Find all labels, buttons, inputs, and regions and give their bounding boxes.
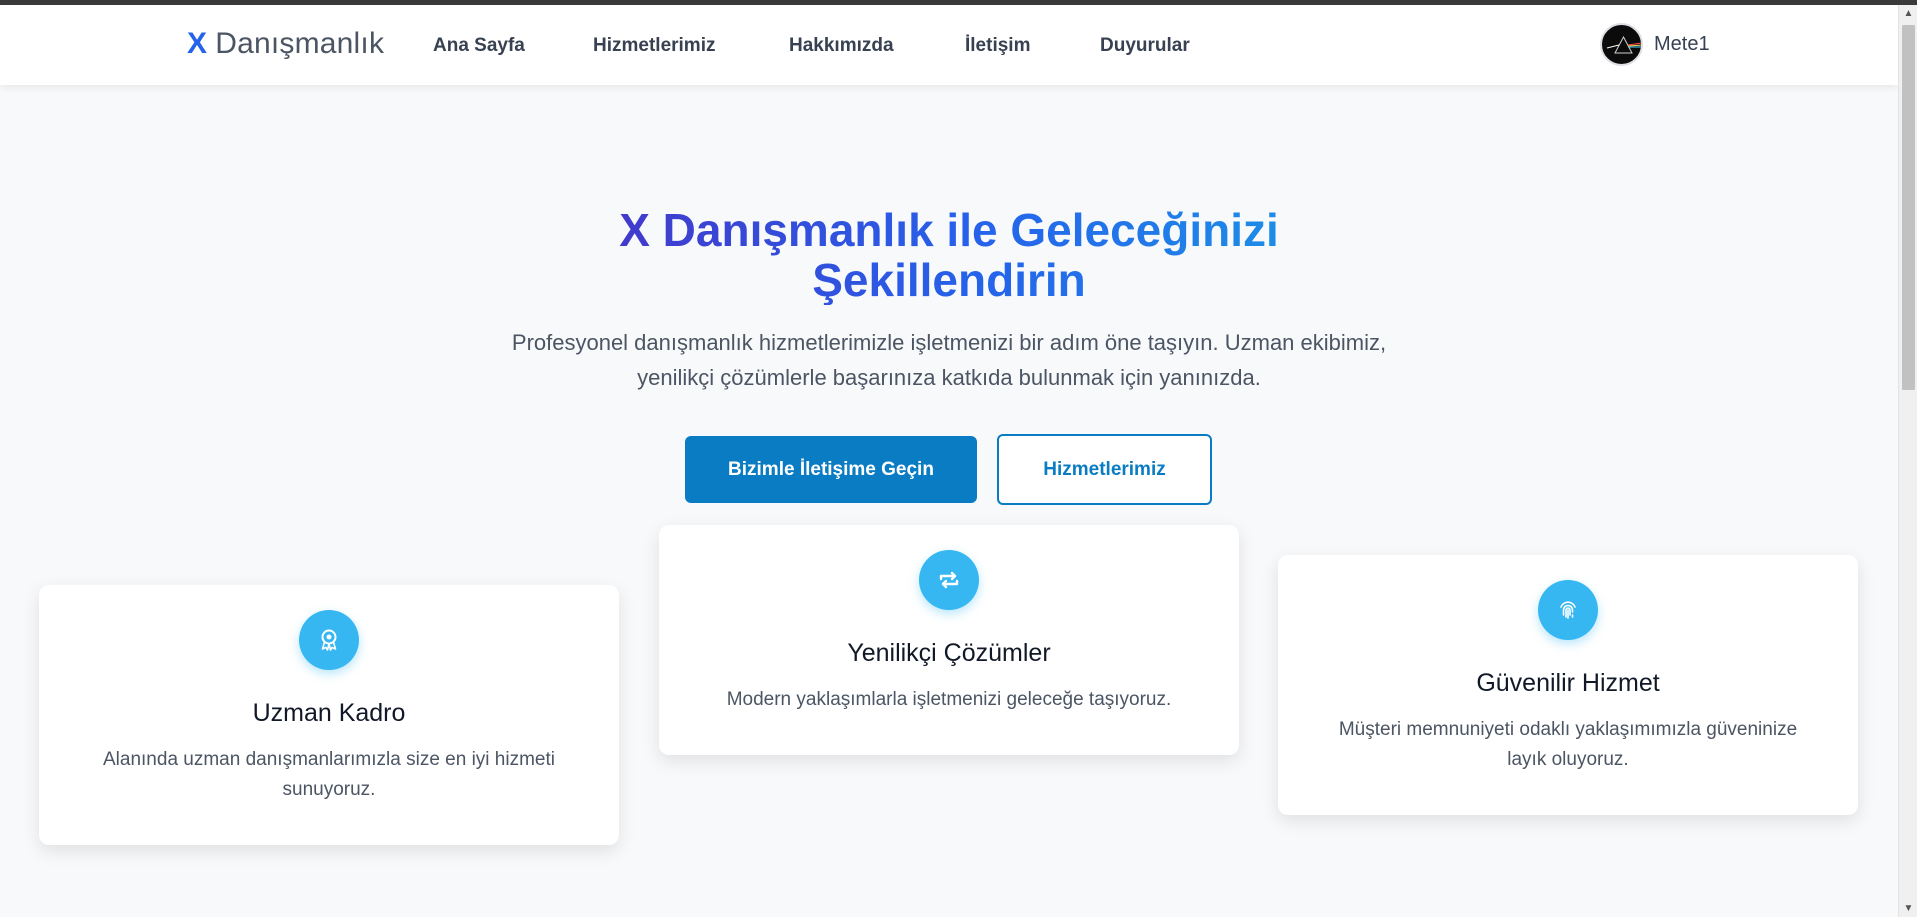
user-menu[interactable]: Mete1 (1600, 23, 1710, 66)
hero-title-text: X Danışmanlık ile Geleceğinizi Şekillend… (599, 205, 1299, 305)
prism-icon (1606, 35, 1641, 54)
nav-contact[interactable]: İletişim (965, 35, 1030, 57)
nav-services[interactable]: Hizmetlerimiz (593, 35, 715, 57)
nav-announcements[interactable]: Duyurular (1100, 35, 1190, 57)
avatar (1600, 23, 1643, 66)
services-button[interactable]: Hizmetlerimiz (997, 434, 1212, 505)
scroll-thumb[interactable] (1902, 25, 1915, 390)
feature-card-expert-team: Uzman Kadro Alanında uzman danışmanlarım… (39, 585, 619, 845)
award-icon (299, 610, 359, 670)
feature-card-innovative-solutions: Yenilikçi Çözümler Modern yaklaşımlarla … (659, 525, 1239, 755)
nav-about[interactable]: Hakkımızda (789, 35, 894, 57)
hero-subtitle: Profesyonel danışmanlık hizmetlerimizle … (511, 330, 1387, 390)
nav-home[interactable]: Ana Sayfa (433, 35, 525, 57)
brand-mark: X (187, 27, 208, 60)
repeat-icon (919, 550, 979, 610)
scroll-up-arrow-icon[interactable]: ▲ (1899, 5, 1917, 22)
feature-text: Alanında uzman danışmanlarımızla size en… (103, 749, 555, 800)
feature-text: Müşteri memnuniyeti odaklı yaklaşımımızl… (1338, 719, 1798, 770)
feature-title: Güvenilir Hizmet (1476, 669, 1660, 697)
scroll-down-arrow-icon[interactable]: ▼ (1899, 900, 1917, 917)
feature-text: Modern yaklaşımlarla işletmenizi geleceğ… (726, 689, 1172, 710)
feature-title: Yenilikçi Çözümler (847, 639, 1051, 667)
fingerprint-icon (1538, 580, 1598, 640)
brand-logo[interactable]: X Danışmanlık (187, 27, 384, 61)
feature-title: Uzman Kadro (252, 699, 406, 727)
contact-us-button[interactable]: Bizimle İletişime Geçin (685, 436, 977, 503)
username: Mete1 (1654, 33, 1710, 55)
feature-card-reliable-service: Güvenilir Hizmet Müşteri memnuniyeti oda… (1278, 555, 1858, 815)
navbar: X Danışmanlık Ana Sayfa Hizmetlerimiz Hak… (0, 5, 1898, 85)
brand-name: Danışmanlık (215, 27, 385, 60)
hero-title: X Danışmanlık ile Geleceğinizi Şekillend… (0, 205, 1898, 305)
page-scrollbar[interactable]: ▲ ▼ (1898, 5, 1917, 917)
